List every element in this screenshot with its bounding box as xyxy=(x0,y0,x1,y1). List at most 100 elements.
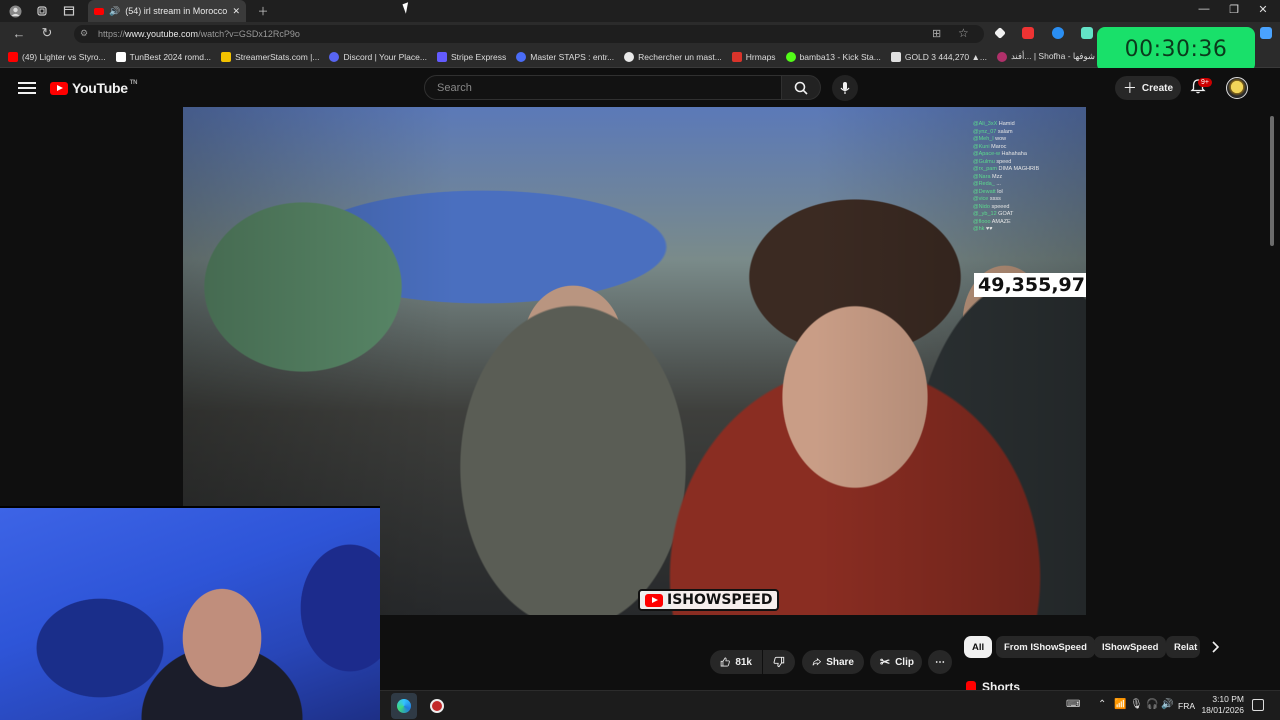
stripe-icon xyxy=(436,51,447,62)
bookmark-item[interactable]: Stripe Express xyxy=(436,51,506,62)
obs-icon xyxy=(430,699,444,713)
bookmark-item[interactable]: TunBest 2024 romd... xyxy=(115,51,211,62)
close-window-icon[interactable]: ✕ xyxy=(1255,3,1271,16)
thumbs-down-icon xyxy=(773,656,785,668)
page-scrollbar[interactable] xyxy=(1268,108,1276,248)
workspaces-icon[interactable] xyxy=(35,4,49,18)
url-path: /watch?v=GSDx12RcP9o xyxy=(198,29,300,39)
extension-icon[interactable] xyxy=(1260,27,1272,39)
bookmark-favicon-icon xyxy=(890,51,901,62)
taskbar xyxy=(380,690,1280,720)
chat-line: @Gulmu speed xyxy=(973,158,1012,165)
stream-timer: 00:30:36 xyxy=(1097,27,1255,72)
bookmark-item[interactable]: Master STAPS : entr... xyxy=(516,51,614,62)
share-icon xyxy=(812,657,822,666)
chat-line: @Nara Mzz xyxy=(973,173,1003,180)
bookmarks-bar: (49) Lighter vs Styro... TunBest 2024 ro… xyxy=(0,46,1280,68)
bookmark-item[interactable]: Rechercher un mast... xyxy=(624,51,722,62)
bookmark-favicon-icon xyxy=(516,51,527,62)
network-icon[interactable]: 📶 xyxy=(1114,699,1126,710)
bookmark-favicon-icon xyxy=(624,51,635,62)
plus-icon: ＋ xyxy=(1122,80,1137,96)
chevron-up-icon[interactable]: ⌃ xyxy=(1098,699,1106,710)
dislike-button[interactable] xyxy=(763,650,795,674)
back-icon[interactable]: ← xyxy=(12,26,26,41)
bookmark-item[interactable]: bamba13 - Kick Sta... xyxy=(785,51,881,62)
stream-chat-overlay: @Ali_3xX Hamid @ynz_07 salam @Meh_l wow … xyxy=(973,121,1085,271)
chat-line: @Meh_l wow xyxy=(973,136,1007,142)
address-bar[interactable]: ⚙ https://www.youtube.com/watch?v=GSDx12… xyxy=(74,25,984,43)
create-button[interactable]: ＋ Create xyxy=(1115,76,1181,100)
viewer-count: 49,355,979 xyxy=(974,273,1086,297)
reload-icon[interactable]: ↻ xyxy=(40,25,54,40)
new-tab-icon[interactable]: ＋ xyxy=(256,4,270,18)
language-indicator[interactable]: FRA xyxy=(1178,701,1195,711)
bookmark-item[interactable]: (49) Lighter vs Styro... xyxy=(8,51,106,62)
keyboard-icon[interactable]: ⌨ xyxy=(1066,699,1080,710)
voice-search-button[interactable] xyxy=(832,75,858,101)
taskbar-edge-button[interactable] xyxy=(391,693,417,719)
speaker-icon[interactable]: 🔊 xyxy=(109,6,120,17)
taskbar-obs-button[interactable] xyxy=(426,695,448,717)
extension-icon[interactable] xyxy=(1022,27,1034,39)
share-button[interactable]: Share xyxy=(802,650,864,674)
search-input[interactable]: Search xyxy=(424,75,782,100)
bookmark-item[interactable]: Discord | Your Place... xyxy=(329,51,427,62)
microphone-tray-icon[interactable]: 🎙 xyxy=(1130,699,1143,710)
scissors-icon: ✂ xyxy=(880,655,891,669)
search-button[interactable] xyxy=(781,75,821,100)
profile-icon[interactable] xyxy=(8,4,22,18)
discord-icon xyxy=(329,51,340,62)
bookmark-star-icon[interactable]: ☆ xyxy=(958,26,969,40)
youtube-play-icon xyxy=(645,593,663,607)
extension-icon[interactable] xyxy=(1052,27,1064,39)
chat-line: @Ali_3xX Hamid xyxy=(973,121,1015,127)
like-button[interactable]: 81k xyxy=(710,650,762,674)
bookmark-favicon-icon xyxy=(115,51,126,62)
chat-line: @Apace-w Hahahaha xyxy=(973,151,1027,157)
chat-line: @Kuni Maroc xyxy=(973,143,1007,150)
chat-line: @flooo AMAZE xyxy=(973,218,1011,225)
account-avatar[interactable] xyxy=(1226,77,1248,99)
url-host: www.youtube.com xyxy=(125,29,199,39)
kick-icon xyxy=(785,51,796,62)
chip-all[interactable]: All xyxy=(964,636,993,658)
bookmark-item[interactable]: Hrmaps xyxy=(731,51,776,62)
restore-icon[interactable]: ❐ xyxy=(1226,3,1242,16)
install-app-icon[interactable]: ⊞ xyxy=(932,27,941,40)
chat-line: @ynz_07 salam xyxy=(973,128,1013,135)
chat-line: @hk ♥♥ xyxy=(973,226,993,232)
chat-line: @_yb_12 GOAT xyxy=(973,211,1014,217)
youtube-logo[interactable]: YouTube TN xyxy=(50,80,137,96)
chip-from-ishowspeed[interactable]: From IShowSpeed xyxy=(996,636,1095,658)
more-actions-button[interactable]: ⋯ xyxy=(928,650,952,674)
headset-icon[interactable]: 🎧 xyxy=(1146,699,1158,710)
tab-actions-icon[interactable] xyxy=(62,4,76,18)
chat-line: @vice ssss xyxy=(973,196,1001,202)
menu-icon[interactable] xyxy=(18,79,36,97)
browser-tab-active[interactable]: 🔊 (54) irl stream in Morocco w ✕ xyxy=(88,0,246,22)
bookmark-favicon-icon xyxy=(731,51,742,62)
youtube-play-icon xyxy=(50,81,68,95)
url-prefix: https:// xyxy=(98,29,126,39)
notification-badge: 9+ xyxy=(1198,78,1212,87)
channel-watermark: ISHOWSPEED xyxy=(638,589,780,611)
system-clock[interactable]: 3:10 PM 18/01/2026 xyxy=(1196,694,1244,716)
extension-icon[interactable] xyxy=(1081,27,1093,39)
bookmark-item[interactable]: GOLD 3 444,270 ▲... xyxy=(890,51,987,62)
bookmark-item[interactable]: StreamerStats.com |... xyxy=(221,51,319,62)
chip-related[interactable]: Relat xyxy=(1166,636,1200,658)
bookmark-item[interactable]: أفند... | Shofha - شوفها xyxy=(996,51,1095,62)
chat-line: @Dewatt lol xyxy=(973,188,1003,195)
minimize-icon[interactable]: — xyxy=(1196,3,1212,15)
thumbs-up-icon xyxy=(720,657,730,667)
bookmark-favicon-icon xyxy=(8,51,18,62)
chevron-right-icon[interactable] xyxy=(1208,640,1222,654)
tab-title: (54) irl stream in Morocco w xyxy=(125,6,228,16)
volume-icon[interactable]: 🔊 xyxy=(1161,699,1173,710)
close-tab-icon[interactable]: ✕ xyxy=(232,6,240,17)
chip-ishowspeed[interactable]: IShowSpeed xyxy=(1094,636,1167,658)
notification-center-icon[interactable] xyxy=(1252,699,1264,711)
clip-button[interactable]: ✂ Clip xyxy=(870,650,922,674)
site-info-icon[interactable]: ⚙ xyxy=(80,28,88,39)
